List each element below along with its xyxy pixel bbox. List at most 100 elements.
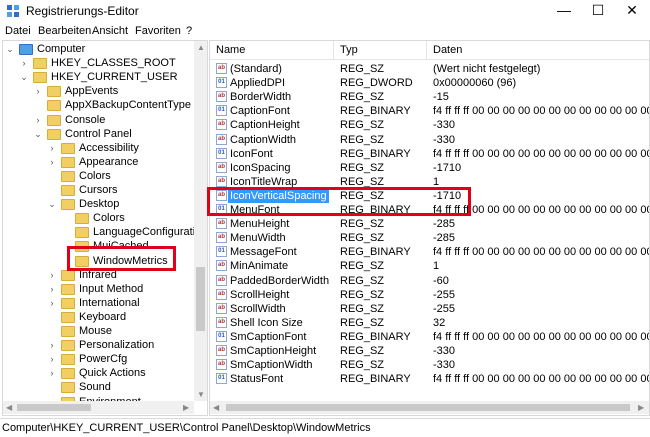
table-row[interactable]: ab MinAnimate REG_SZ 1 — [210, 259, 649, 273]
table-row[interactable]: 01 CaptionFont REG_BINARY f4 ff ff ff 00 00… — [210, 104, 649, 118]
value-type: REG_SZ — [340, 260, 385, 273]
tree-vertical-scrollbar[interactable]: ▲ ▼ — [194, 41, 207, 401]
tree-horizontal-scrollbar[interactable]: ◀ ▶ — [3, 401, 194, 414]
menu-bearbeiten[interactable]: Bearbeiten — [38, 25, 91, 37]
string-value-icon: ab — [216, 345, 227, 356]
expand-icon[interactable]: › — [47, 141, 57, 155]
collapse-icon[interactable]: ⌄ — [47, 197, 57, 211]
expand-icon[interactable]: › — [47, 155, 57, 169]
folder-icon — [75, 227, 89, 239]
value-name: PaddedBorderWidth — [230, 274, 330, 287]
expand-icon[interactable]: › — [47, 268, 57, 282]
value-name: CaptionFont — [230, 105, 290, 118]
value-type: REG_SZ — [340, 316, 385, 329]
tree-hscroll-thumb[interactable] — [17, 404, 91, 411]
collapse-icon[interactable]: ⌄ — [5, 42, 15, 56]
string-value-icon: ab — [216, 302, 227, 314]
scroll-up-icon[interactable]: ▲ — [197, 43, 205, 52]
table-row[interactable]: ab CaptionWidth REG_SZ -330 — [210, 133, 649, 147]
value-data: -285 — [433, 218, 456, 231]
value-name: IconSpacing — [230, 161, 291, 174]
tree-item-label: HKEY_CURRENT_USER — [51, 71, 178, 84]
tree-vscroll-thumb[interactable] — [196, 267, 205, 331]
minimize-button[interactable]: — — [547, 0, 581, 22]
registry-tree[interactable]: ⌄ Computer › HKEY_CLASSES_ROOT ⌄ HKEY_CURRENT… — [2, 40, 208, 416]
scroll-left-icon[interactable]: ◀ — [6, 403, 12, 412]
table-row[interactable]: ab MenuHeight REG_SZ -285 — [210, 217, 649, 231]
table-row[interactable]: ab (Standard) REG_SZ (Wert nicht festgelegt… — [210, 62, 649, 76]
expand-icon[interactable]: › — [33, 84, 43, 98]
expand-icon[interactable]: › — [33, 113, 43, 127]
scroll-right-icon[interactable]: ▶ — [183, 403, 189, 412]
table-row[interactable]: ab SmCaptionWidth REG_SZ -330 — [210, 358, 649, 372]
folder-icon — [61, 156, 75, 168]
expand-icon[interactable]: › — [19, 56, 29, 70]
table-row[interactable]: ab ScrollHeight REG_SZ -255 — [210, 288, 649, 302]
tree-item-label: Quick Actions — [79, 367, 146, 380]
string-value-icon: ab — [216, 91, 227, 103]
maximize-button[interactable]: ☐ — [581, 0, 615, 22]
table-row[interactable]: ab CaptionHeight REG_SZ -330 — [210, 118, 649, 132]
menu-favoriten[interactable]: Favoriten — [135, 25, 181, 37]
tree-item-label: International — [79, 296, 140, 309]
value-data: -1710 — [433, 161, 462, 174]
table-row[interactable]: ab PaddedBorderWidth REG_SZ -60 — [210, 274, 649, 288]
column-header-type[interactable]: Typ — [334, 41, 427, 59]
list-scroll-thumb[interactable] — [226, 404, 630, 411]
value-name: BorderWidth — [230, 91, 292, 104]
collapse-icon[interactable]: ⌄ — [33, 127, 43, 141]
table-row[interactable]: ab MenuWidth REG_SZ -285 — [210, 231, 649, 245]
scroll-right-icon[interactable]: ▶ — [638, 403, 644, 412]
highlight-box-windowmetrics — [67, 246, 176, 271]
table-row[interactable]: 01 IconFont REG_BINARY f4 ff ff ff 00 00 00… — [210, 147, 649, 161]
expand-icon[interactable]: › — [47, 296, 57, 310]
table-row[interactable]: ab BorderWidth REG_SZ -15 — [210, 90, 649, 104]
expand-icon[interactable]: › — [47, 338, 57, 352]
folder-icon — [61, 142, 75, 154]
table-row[interactable]: ab SmCaptionHeight REG_SZ -330 — [210, 344, 649, 358]
table-row[interactable]: ab ScrollWidth REG_SZ -255 — [210, 302, 649, 316]
value-type: REG_BINARY — [340, 330, 411, 343]
values-list[interactable]: Name Typ Daten ab (Standard) REG_SZ (Wert n… — [209, 40, 650, 416]
collapse-icon[interactable]: ⌄ — [19, 70, 29, 84]
value-data: f4 ff ff ff 00 00 00 00 00 00 00 00 00 0… — [433, 330, 649, 343]
expand-icon[interactable]: › — [47, 352, 57, 366]
value-type: REG_SZ — [340, 232, 385, 245]
folder-icon — [61, 326, 75, 337]
value-data: (Wert nicht festgelegt) — [433, 63, 541, 75]
tree-item-label: Appearance — [79, 155, 139, 168]
string-value-icon: ab — [216, 232, 227, 244]
column-header-name[interactable]: Name — [210, 41, 334, 59]
value-type: REG_SZ — [340, 302, 385, 315]
table-row[interactable]: ab IconSpacing REG_SZ -1710 — [210, 161, 649, 175]
scroll-down-icon[interactable]: ▼ — [197, 390, 205, 399]
value-name: ScrollWidth — [230, 302, 286, 315]
value-type: REG_SZ — [340, 133, 385, 146]
folder-icon — [47, 86, 61, 98]
table-row[interactable]: ab Shell Icon Size REG_SZ 32 — [210, 316, 649, 330]
expand-icon[interactable]: › — [47, 282, 57, 296]
tree-item-label: Sound — [79, 381, 111, 394]
table-row[interactable]: 01 MessageFont REG_BINARY f4 ff ff ff 00 00… — [210, 245, 649, 259]
window-title: Registrierungs-Editor — [26, 4, 139, 18]
string-value-icon: ab — [216, 161, 227, 173]
menu-help[interactable]: ? — [186, 25, 192, 37]
table-row[interactable]: 01 AppliedDPI REG_DWORD 0x00000060 (96) — [210, 76, 649, 90]
list-horizontal-scrollbar[interactable]: ◀ ▶ — [210, 401, 649, 414]
value-data: 32 — [433, 316, 446, 329]
value-type: REG_BINARY — [340, 105, 411, 118]
table-row[interactable]: 01 StatusFont REG_BINARY f4 ff ff ff 00 00 … — [210, 372, 649, 386]
binary-value-icon: 01 — [216, 147, 227, 159]
value-type: REG_SZ — [340, 63, 385, 75]
expand-icon[interactable]: › — [47, 366, 57, 380]
value-type: REG_BINARY — [340, 373, 411, 386]
value-name: CaptionWidth — [230, 133, 297, 146]
value-name: (Standard) — [230, 63, 282, 75]
scroll-left-icon[interactable]: ◀ — [213, 403, 219, 412]
table-row[interactable]: 01 SmCaptionFont REG_BINARY f4 ff ff ff 00 … — [210, 330, 649, 344]
binary-value-icon: 01 — [216, 246, 227, 258]
close-button[interactable]: ✕ — [615, 0, 649, 22]
menu-datei[interactable]: Datei — [5, 25, 31, 37]
menu-ansicht[interactable]: Ansicht — [92, 25, 128, 37]
column-header-data[interactable]: Daten — [427, 41, 649, 59]
